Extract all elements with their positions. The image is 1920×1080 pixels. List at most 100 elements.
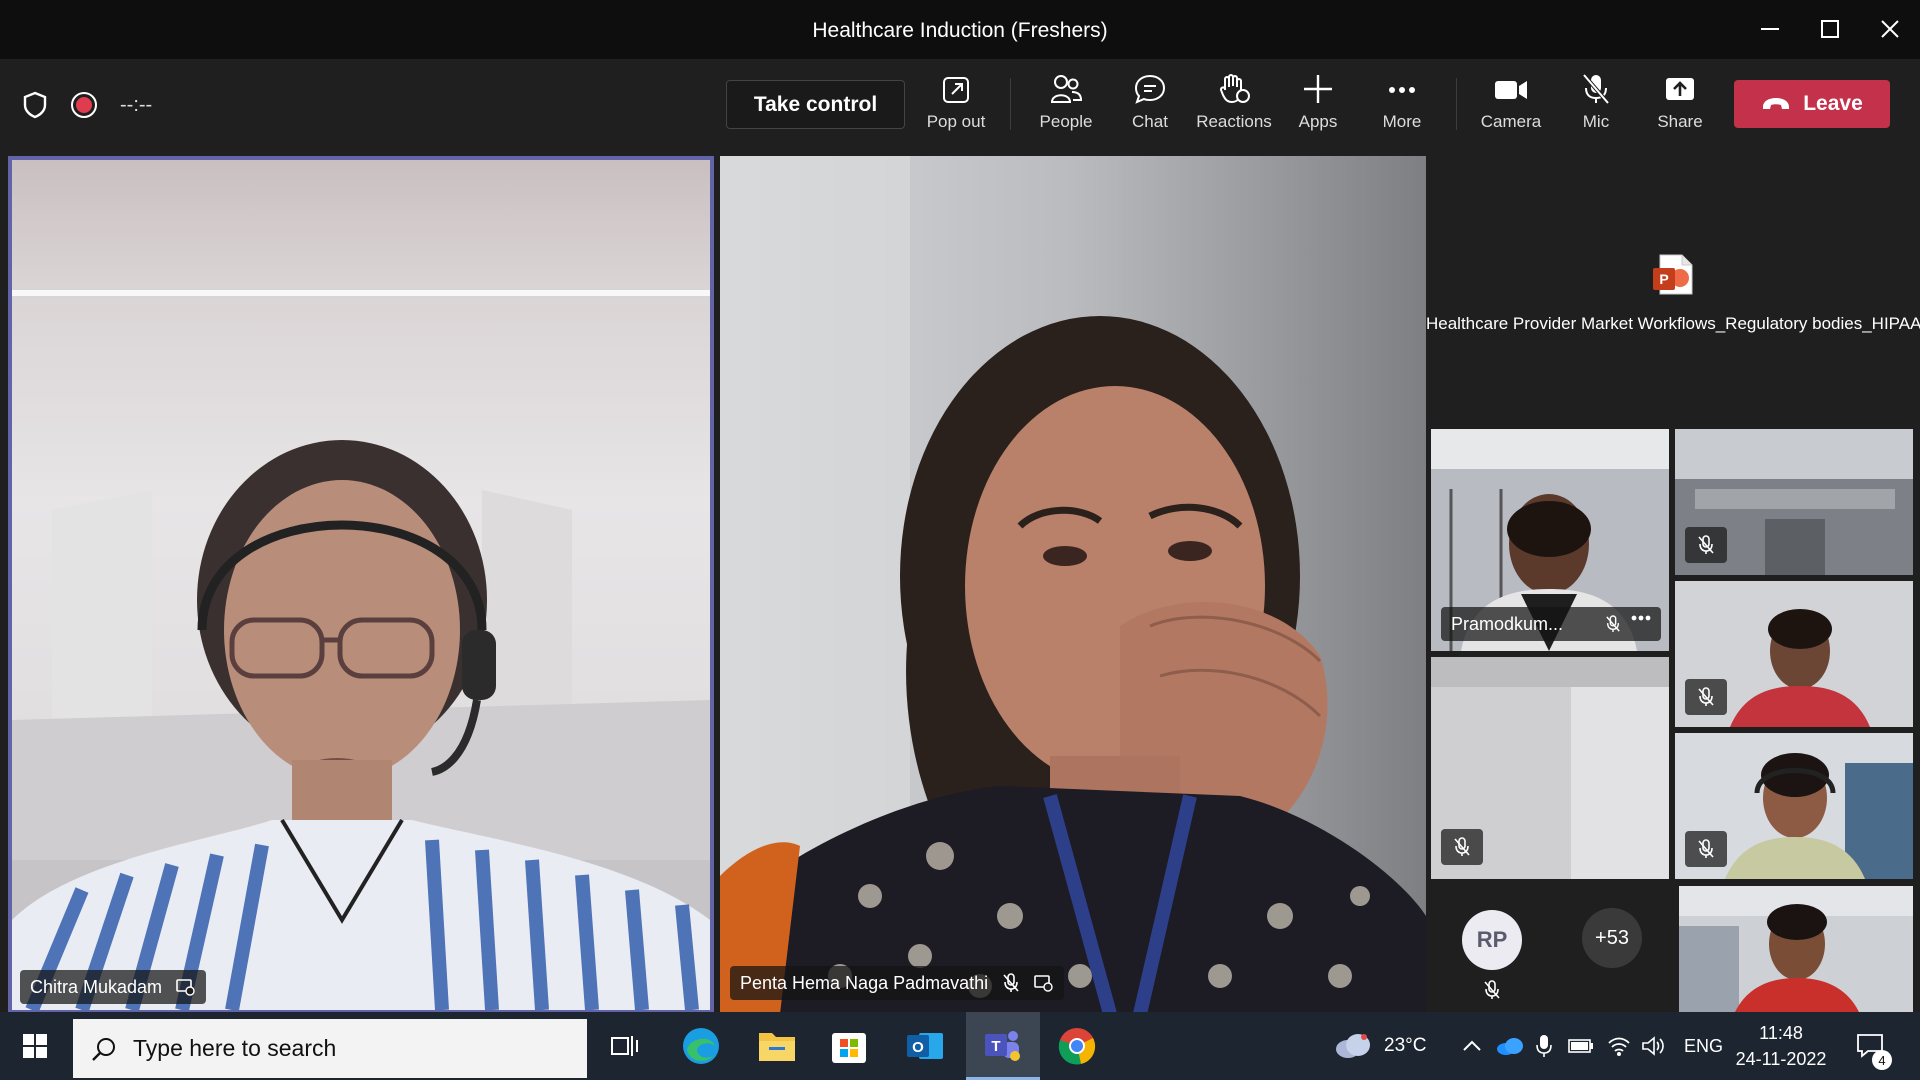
- video-stage: Chitra Mukadam Penta Hema Naga Padmavath…: [0, 152, 1920, 1014]
- folder-icon: [759, 1033, 795, 1061]
- teams-icon: T: [985, 1030, 1020, 1061]
- camera-button[interactable]: Camera: [1478, 72, 1544, 142]
- edge-icon: [683, 1028, 719, 1064]
- participant-name: Penta Hema Naga Padmavathi: [740, 972, 989, 993]
- share-button[interactable]: Share: [1648, 72, 1712, 142]
- onedrive-icon: [1497, 1038, 1523, 1055]
- edge-button[interactable]: [664, 1012, 738, 1080]
- video-tile-pramod[interactable]: Pramodkum...: [1431, 429, 1669, 651]
- svg-text:T: T: [991, 1038, 1000, 1055]
- teams-button[interactable]: T: [966, 1012, 1040, 1080]
- mic-off-icon: [1454, 837, 1470, 856]
- search-placeholder: Type here to search: [133, 1035, 337, 1061]
- windows-logo-icon: [23, 1034, 47, 1058]
- video-tile[interactable]: [1675, 429, 1913, 575]
- chat-label: Chat: [1132, 112, 1168, 131]
- mic-off-icon: [1582, 73, 1610, 105]
- minimize-button[interactable]: [1740, 8, 1800, 50]
- more-icon: [1389, 87, 1415, 93]
- start-button[interactable]: [0, 1012, 70, 1080]
- presenter-icon: [1034, 975, 1053, 992]
- presenter-icon: [176, 979, 195, 996]
- language-indicator[interactable]: ENG: [1684, 1012, 1723, 1080]
- store-icon: [832, 1033, 866, 1063]
- avatar[interactable]: RP: [1462, 910, 1522, 970]
- share-icon: [1666, 78, 1694, 100]
- mic-off-icon: [1698, 839, 1714, 858]
- apps-label: Apps: [1298, 112, 1338, 131]
- leave-button[interactable]: Leave: [1734, 80, 1890, 128]
- powerpoint-icon: P: [1653, 254, 1693, 295]
- pop-out-label: Pop out: [926, 112, 986, 131]
- cloud-icon: [1336, 1034, 1370, 1058]
- mic-off-icon: [1606, 615, 1620, 632]
- microphone-icon: [1536, 1035, 1552, 1057]
- pop-out-button[interactable]: Pop out: [924, 72, 988, 142]
- volume-button[interactable]: [1641, 1012, 1665, 1080]
- meeting-timer: --:--: [120, 94, 153, 116]
- clock-time: 11:48: [1759, 1022, 1803, 1043]
- people-button[interactable]: People: [1034, 72, 1098, 142]
- camera-label: Camera: [1480, 112, 1542, 131]
- phone-hangup-icon: [1763, 98, 1790, 109]
- video-tile[interactable]: [1431, 657, 1669, 879]
- video-tile[interactable]: [1675, 581, 1913, 727]
- video-tile-penta[interactable]: Penta Hema Naga Padmavathi: [720, 156, 1426, 1014]
- maximize-icon: [1821, 20, 1839, 38]
- search-icon: [92, 1037, 115, 1061]
- video-tile[interactable]: [1675, 733, 1913, 879]
- muted-indicator: [1685, 679, 1727, 715]
- file-explorer-button[interactable]: [740, 1012, 814, 1080]
- outlook-button[interactable]: O: [888, 1012, 962, 1080]
- weather-temp: 23°C: [1384, 1035, 1427, 1056]
- participant-video: [720, 156, 1426, 1014]
- task-view-icon: [611, 1036, 638, 1056]
- close-button[interactable]: [1860, 8, 1920, 50]
- microphone-tray-button[interactable]: [1536, 1012, 1552, 1080]
- participant-name-tag: Penta Hema Naga Padmavathi: [730, 966, 1065, 1000]
- weather-widget[interactable]: 23°C: [1334, 1012, 1426, 1080]
- recording-indicator: [70, 90, 98, 120]
- battery-button[interactable]: [1568, 1012, 1594, 1080]
- chrome-button[interactable]: [1040, 1012, 1114, 1080]
- popout-icon: [943, 77, 969, 103]
- video-tile[interactable]: [1679, 886, 1913, 1012]
- maximize-button[interactable]: [1800, 8, 1860, 50]
- shield-button[interactable]: [22, 90, 48, 120]
- task-view-button[interactable]: [588, 1012, 662, 1080]
- notifications-button[interactable]: 4: [1856, 1012, 1892, 1080]
- clock[interactable]: 11:48 24-11-2022: [1735, 1012, 1827, 1080]
- shared-content-tile[interactable]: P Healthcare Provider Market Workflows_R…: [1426, 156, 1920, 426]
- more-button[interactable]: More: [1370, 72, 1434, 142]
- muted-indicator: [1685, 831, 1727, 867]
- record-icon: [71, 92, 97, 118]
- onedrive-button[interactable]: [1496, 1012, 1524, 1080]
- wifi-icon: [1608, 1037, 1630, 1056]
- svg-text:O: O: [912, 1039, 924, 1056]
- apps-button[interactable]: Apps: [1286, 72, 1350, 142]
- toolbar-divider: [1010, 78, 1011, 130]
- reactions-button[interactable]: Reactions: [1194, 72, 1274, 142]
- speaker-icon: [1642, 1036, 1664, 1056]
- shared-file-name: Healthcare Provider Market Workflows_Reg…: [1426, 314, 1920, 333]
- chat-icon: [1134, 74, 1166, 104]
- network-button[interactable]: [1607, 1012, 1631, 1080]
- participant-name: Chitra Mukadam: [30, 976, 163, 997]
- people-icon: [1050, 75, 1083, 103]
- microsoft-store-button[interactable]: [812, 1012, 886, 1080]
- chat-button[interactable]: Chat: [1118, 72, 1182, 142]
- close-icon: [1881, 20, 1899, 38]
- svg-text:P: P: [1659, 271, 1668, 287]
- take-control-button[interactable]: Take control: [726, 80, 905, 129]
- taskbar-search-box[interactable]: Type here to search: [73, 1019, 587, 1078]
- chrome-icon: [1058, 1028, 1096, 1065]
- mic-button[interactable]: Mic: [1564, 72, 1628, 142]
- mic-label: Mic: [1582, 112, 1610, 131]
- video-tile-chitra[interactable]: Chitra Mukadam: [8, 156, 714, 1014]
- clock-date: 24-11-2022: [1735, 1048, 1827, 1069]
- show-hidden-icons-button[interactable]: [1462, 1012, 1482, 1080]
- camera-icon: [1495, 81, 1527, 99]
- more-icon[interactable]: [1631, 615, 1651, 621]
- overflow-participants-button[interactable]: +53: [1582, 908, 1642, 968]
- shield-icon: [23, 91, 47, 119]
